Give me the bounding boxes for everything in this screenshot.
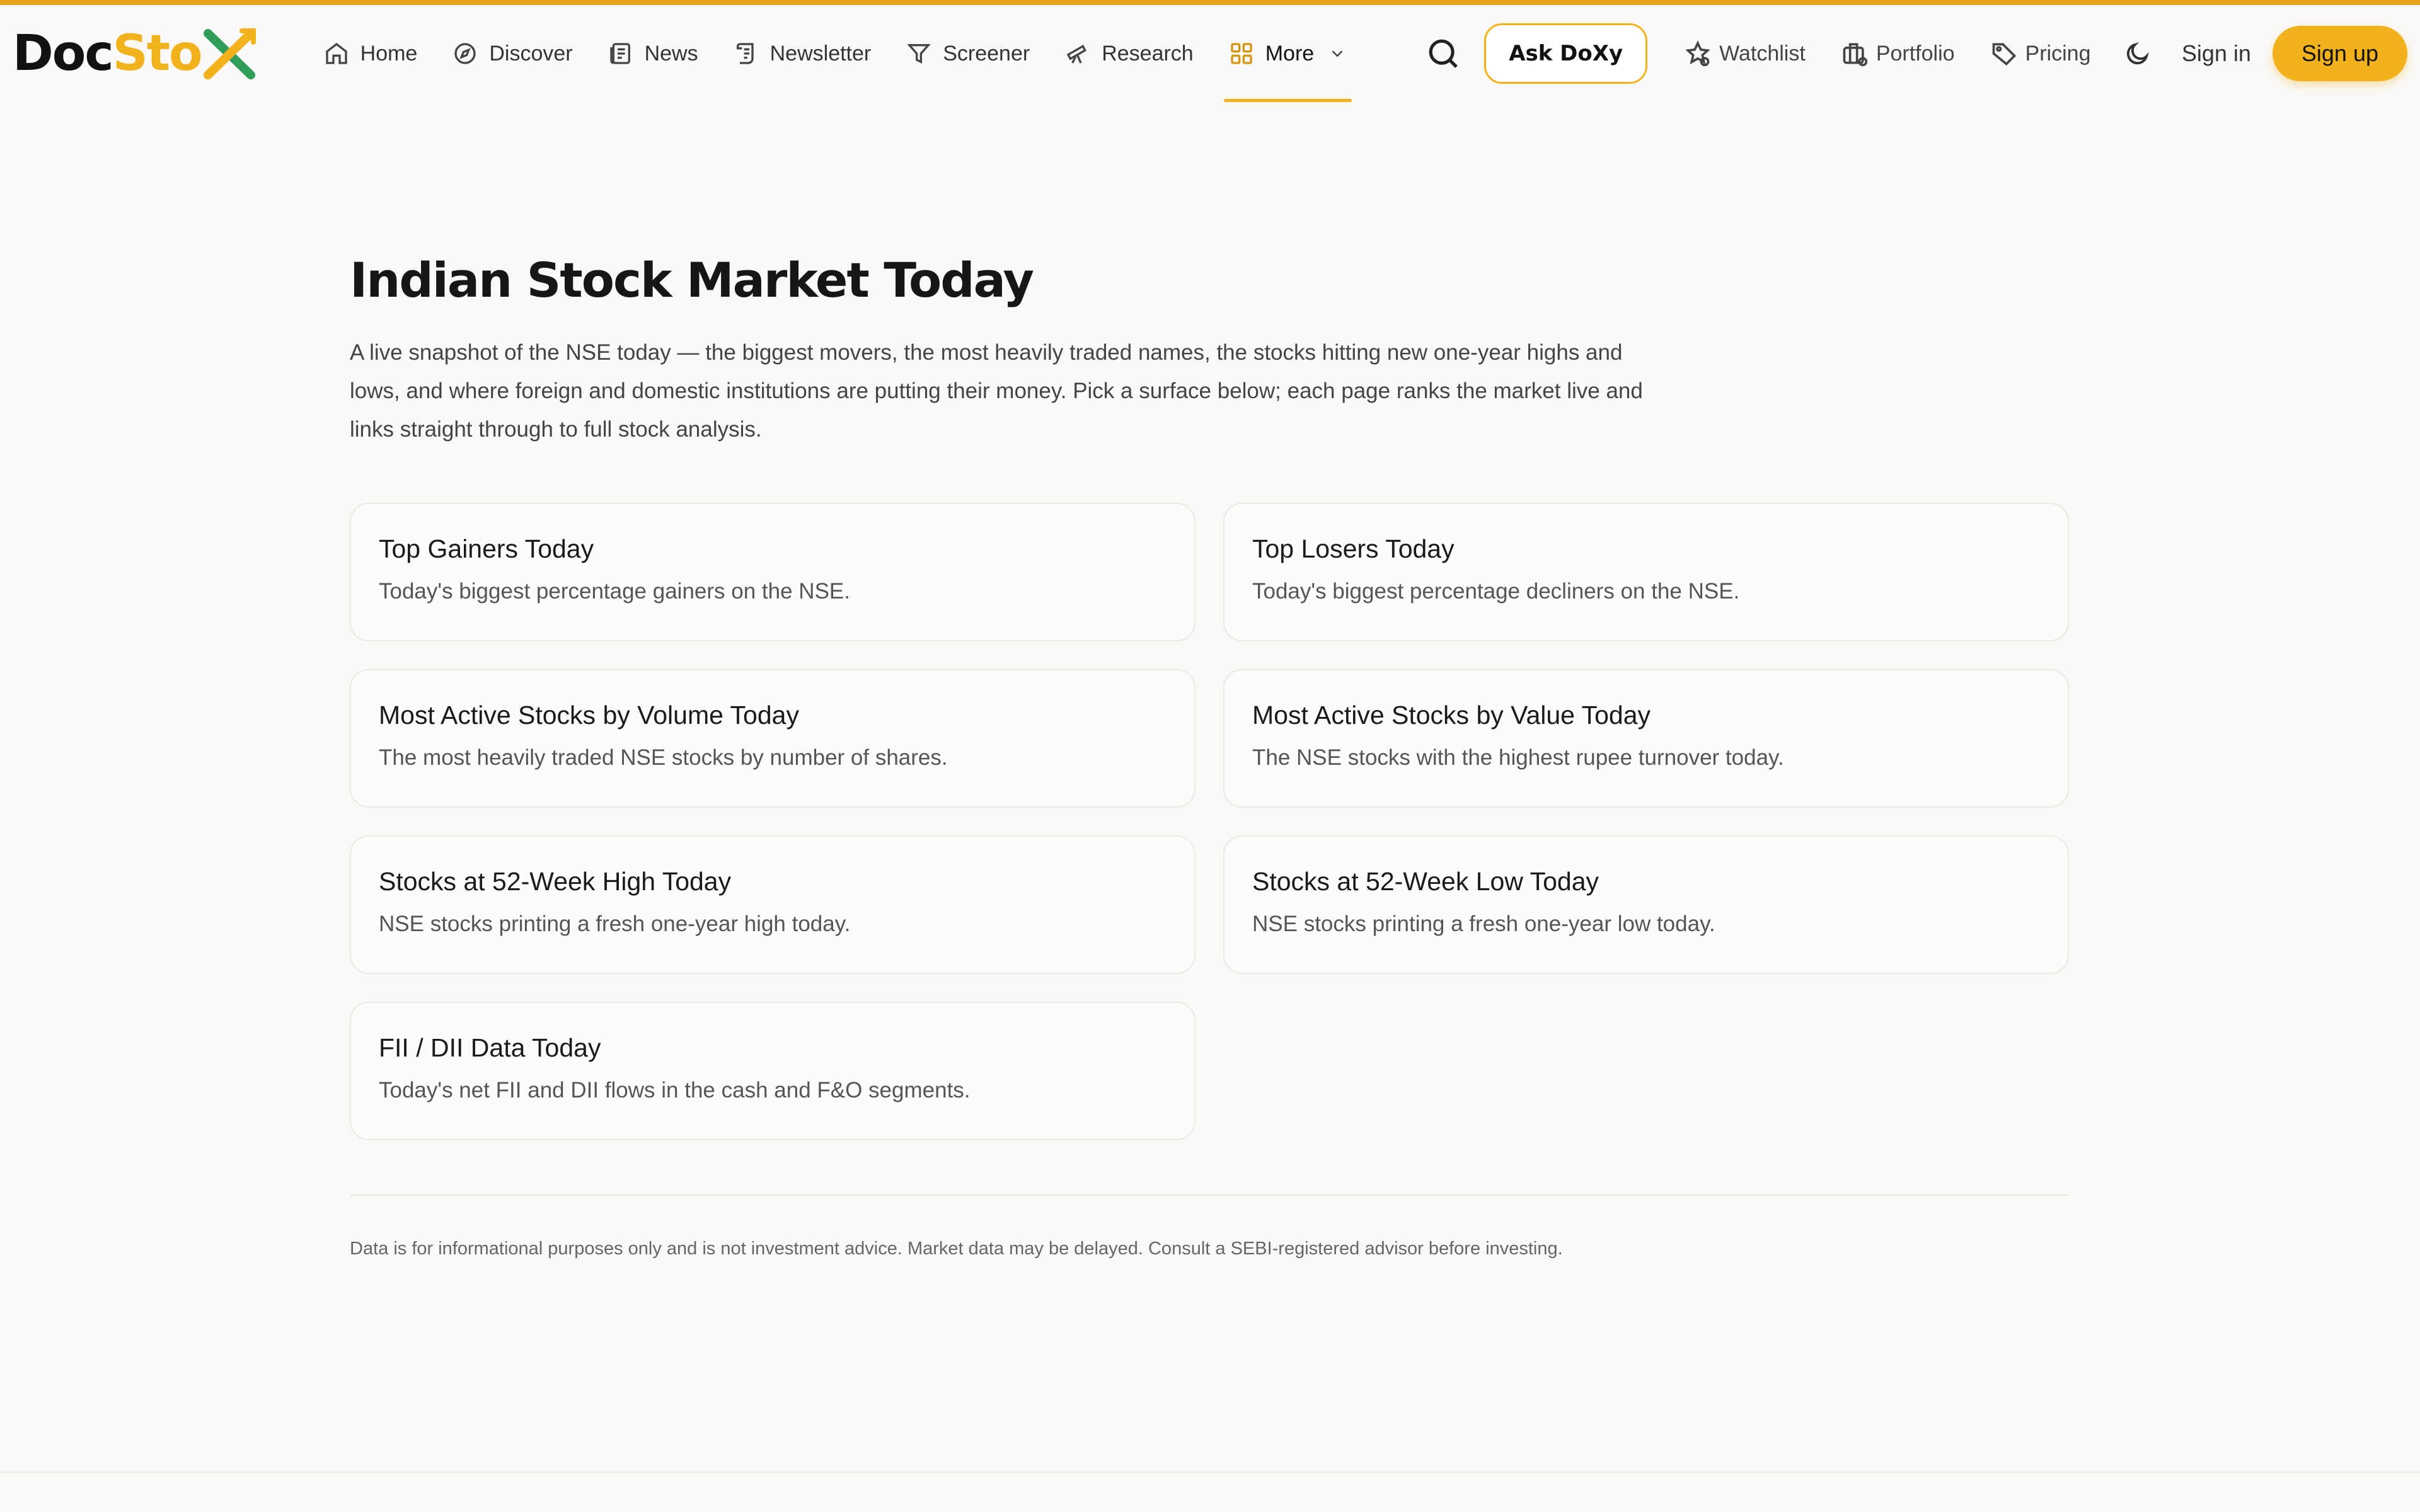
star-icon bbox=[1685, 40, 1710, 67]
nav-item-news[interactable]: News bbox=[591, 5, 716, 102]
portfolio-label: Portfolio bbox=[1876, 41, 1955, 66]
watchlist-label: Watchlist bbox=[1719, 41, 1806, 66]
card-most-active-volume[interactable]: Most Active Stocks by Volume Today The m… bbox=[350, 669, 1196, 808]
search-icon bbox=[1429, 39, 1458, 68]
nav-item-label: Screener bbox=[943, 41, 1030, 66]
card-52-week-high[interactable]: Stocks at 52-Week High Today NSE stocks … bbox=[350, 835, 1196, 974]
nav-item-label: Newsletter bbox=[769, 41, 872, 66]
logo-x-mark bbox=[203, 27, 256, 80]
watchlist-link[interactable]: Watchlist bbox=[1666, 5, 1823, 102]
docstox-logo[interactable]: Doc Sto bbox=[13, 22, 256, 85]
portfolio-link[interactable]: Portfolio bbox=[1823, 5, 1973, 102]
scroll-icon bbox=[736, 43, 754, 64]
logo-text-doc: Doc bbox=[13, 25, 114, 82]
moon-icon bbox=[2126, 42, 2149, 65]
card-title: Stocks at 52-Week Low Today bbox=[1252, 867, 1599, 896]
nav-item-label: News bbox=[644, 41, 698, 66]
nav-item-label: More bbox=[1265, 41, 1315, 66]
grid-icon bbox=[1231, 43, 1252, 64]
ask-doxy-button[interactable]: Ask DoXy bbox=[1484, 23, 1648, 84]
card-description: NSE stocks printing a fresh one-year hig… bbox=[379, 912, 851, 936]
card-title: Top Gainers Today bbox=[379, 534, 594, 563]
card-most-active-value[interactable]: Most Active Stocks by Value Today The NS… bbox=[1223, 669, 2069, 808]
nav-item-screener[interactable]: Screener bbox=[889, 5, 1047, 102]
nav-item-label: Home bbox=[360, 41, 418, 66]
search-button[interactable] bbox=[1421, 32, 1465, 76]
main-nav: Home Discover News Newsletter Screener R… bbox=[306, 5, 1365, 102]
card-description: Today's net FII and DII flows in the cas… bbox=[379, 1078, 971, 1102]
card-title: Top Losers Today bbox=[1252, 534, 1455, 563]
card-description: The most heavily traded NSE stocks by nu… bbox=[379, 745, 948, 770]
nav-item-label: Research bbox=[1102, 41, 1194, 66]
logo-text-sto: Sto bbox=[112, 25, 203, 82]
filter-icon bbox=[907, 44, 931, 64]
card-title: Most Active Stocks by Value Today bbox=[1252, 701, 1651, 730]
footer-divider bbox=[0, 1472, 2420, 1473]
tag-icon bbox=[1992, 43, 2016, 66]
card-description: The NSE stocks with the highest rupee tu… bbox=[1252, 745, 1784, 770]
telescope-icon bbox=[1067, 45, 1087, 64]
home-icon bbox=[325, 42, 347, 64]
sign-in-link[interactable]: Sign in bbox=[2182, 40, 2251, 67]
nav-item-research[interactable]: Research bbox=[1047, 5, 1211, 102]
card-title: FII / DII Data Today bbox=[379, 1033, 601, 1062]
site-header: Doc Sto Home Discover News Newsletter Sc… bbox=[0, 5, 2420, 102]
card-52-week-low[interactable]: Stocks at 52-Week Low Today NSE stocks p… bbox=[1223, 835, 2069, 974]
theme-toggle-button[interactable] bbox=[2112, 28, 2163, 79]
nav-item-more[interactable]: More bbox=[1211, 5, 1364, 102]
nav-item-discover[interactable]: Discover bbox=[435, 5, 590, 102]
page-intro: A live snapshot of the NSE today — the b… bbox=[350, 340, 1643, 442]
content-divider bbox=[350, 1194, 2070, 1196]
card-fii-dii-data[interactable]: FII / DII Data Today Today's net FII and… bbox=[350, 1002, 1196, 1140]
card-title: Most Active Stocks by Volume Today bbox=[379, 701, 799, 730]
card-description: NSE stocks printing a fresh one-year low… bbox=[1252, 912, 1715, 936]
top-accent-bar bbox=[0, 0, 2420, 5]
main-content: Indian Stock Market Today A live snapsho… bbox=[350, 252, 2070, 1259]
card-description: Today's biggest percentage gainers on th… bbox=[379, 579, 850, 604]
sign-up-button[interactable]: Sign up bbox=[2272, 26, 2407, 81]
card-title: Stocks at 52-Week High Today bbox=[379, 867, 732, 896]
header-right-tools: Sign in Sign up bbox=[2112, 5, 2407, 102]
nav-item-home[interactable]: Home bbox=[306, 5, 435, 102]
chevron-down-icon bbox=[1332, 50, 1343, 57]
briefcase-icon bbox=[1843, 43, 1867, 67]
newspaper-icon bbox=[609, 43, 630, 64]
card-top-losers[interactable]: Top Losers Today Today's biggest percent… bbox=[1223, 503, 2069, 641]
card-top-gainers[interactable]: Top Gainers Today Today's biggest percen… bbox=[350, 503, 1196, 641]
compass-icon bbox=[454, 43, 476, 64]
disclaimer-text: Data is for informational purposes only … bbox=[350, 1239, 1563, 1259]
card-description: Today's biggest percentage decliners on … bbox=[1252, 579, 1740, 604]
page-title: Indian Stock Market Today bbox=[350, 252, 1034, 308]
market-cards-grid: Top Gainers Today Today's biggest percen… bbox=[350, 503, 2070, 1140]
nav-item-newsletter[interactable]: Newsletter bbox=[716, 5, 889, 102]
pricing-label: Pricing bbox=[2025, 41, 2091, 66]
nav-item-label: Discover bbox=[489, 41, 573, 66]
pricing-link[interactable]: Pricing bbox=[1973, 5, 2109, 102]
